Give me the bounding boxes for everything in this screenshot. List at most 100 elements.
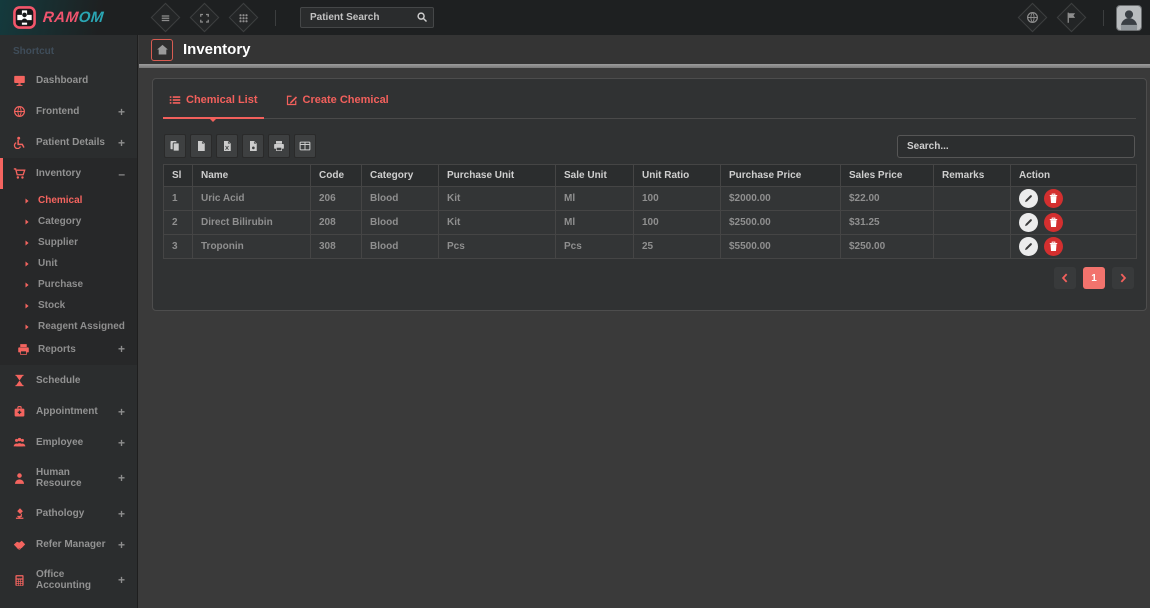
sidebar-subitem-reports[interactable]: Reports+ (0, 337, 137, 361)
caret-right-icon (23, 281, 31, 289)
column-header-purchase-price[interactable]: Purchase Price (721, 165, 841, 187)
topbar-left-buttons (146, 7, 263, 28)
expand-toggle[interactable]: + (118, 575, 125, 585)
home-button[interactable] (151, 39, 173, 61)
expand-toggle[interactable]: + (118, 342, 125, 356)
sidebar-subitem-label: Stock (38, 300, 65, 311)
column-header-remarks[interactable]: Remarks (934, 165, 1011, 187)
caret-right-icon (23, 260, 31, 268)
pen-icon (1023, 193, 1034, 204)
expand-toggle[interactable]: + (118, 473, 125, 483)
sidebar-item-label: Office Accounting (36, 569, 109, 591)
expand-toggle[interactable]: – (118, 169, 125, 179)
sidebar-subitem-unit[interactable]: Unit (0, 253, 137, 274)
expand-toggle[interactable]: + (118, 407, 125, 417)
pagination: 1 (163, 267, 1136, 289)
tab-create-chemical[interactable]: Create Chemical (286, 94, 389, 118)
cell-action (1011, 187, 1137, 211)
sidebar-item-label: Dashboard (36, 75, 88, 86)
expand-toggle[interactable]: + (118, 138, 125, 148)
sidebar-subitem-purchase[interactable]: Purchase (0, 274, 137, 295)
shortcut-label: Shortcut (0, 35, 137, 65)
export-pdf-button[interactable] (242, 134, 264, 158)
column-header-purchase-unit[interactable]: Purchase Unit (439, 165, 556, 187)
language-button[interactable] (1018, 3, 1048, 33)
edit-button[interactable] (1019, 189, 1038, 208)
table-search-input[interactable] (897, 135, 1135, 158)
user-avatar[interactable] (1116, 5, 1142, 31)
people-icon (13, 436, 27, 449)
delete-button[interactable] (1044, 213, 1063, 232)
sidebar-item-inventory[interactable]: Inventory– (0, 158, 137, 189)
delete-button[interactable] (1044, 189, 1063, 208)
column-header-unit-ratio[interactable]: Unit Ratio (634, 165, 721, 187)
notifications-button[interactable] (1057, 3, 1087, 33)
expand-toggle[interactable]: + (118, 107, 125, 117)
export-copy-button[interactable] (164, 134, 186, 158)
caret-right-icon (23, 302, 31, 310)
cell-category: Blood (362, 235, 439, 259)
expand-toggle[interactable]: + (118, 509, 125, 519)
brand-logo[interactable]: RAMOM (0, 0, 138, 35)
cell-purchase-price: $2500.00 (721, 211, 841, 235)
trash-icon (1048, 193, 1059, 204)
export-csv-button[interactable] (190, 134, 212, 158)
expand-toggle[interactable]: + (118, 438, 125, 448)
sidebar-item-employee[interactable]: Employee+ (0, 427, 137, 458)
sidebar-item-human-resource[interactable]: Human Resource+ (0, 458, 137, 498)
table-row: 2Direct Bilirubin208BloodKitMl100$2500.0… (164, 211, 1137, 235)
column-header-sl[interactable]: Sl (164, 165, 193, 187)
sidebar-item-frontend[interactable]: Frontend+ (0, 96, 137, 127)
apps-button[interactable] (229, 3, 259, 33)
sidebar-subitem-supplier[interactable]: Supplier (0, 232, 137, 253)
sidebar-subitem-label: Supplier (38, 237, 78, 248)
pen-icon (1023, 217, 1034, 228)
sidebar-subitem-stock[interactable]: Stock (0, 295, 137, 316)
sidebar-submenu-inventory: ChemicalCategory Supplier UnitPurchase Stoc… (0, 189, 137, 365)
fullscreen-button[interactable] (190, 3, 220, 33)
column-header-sale-unit[interactable]: Sale Unit (556, 165, 634, 187)
sidebar-subitem-chemical[interactable]: Chemical (0, 190, 137, 211)
sidebar-toggle-button[interactable] (151, 3, 181, 33)
column-header-category[interactable]: Category (362, 165, 439, 187)
column-header-code[interactable]: Code (311, 165, 362, 187)
pagination-page-1-button[interactable]: 1 (1083, 267, 1105, 289)
expand-toggle[interactable]: + (118, 540, 125, 550)
sidebar-item-schedule[interactable]: Schedule (0, 365, 137, 396)
sidebar-item-patient-details[interactable]: Patient Details+ (0, 127, 137, 158)
column-header-sales-price[interactable]: Sales Price (841, 165, 934, 187)
column-header-action[interactable]: Action (1011, 165, 1137, 187)
cell-sl: 2 (164, 211, 193, 235)
pagination-prev-button[interactable] (1054, 267, 1076, 289)
export-print-button[interactable] (268, 134, 290, 158)
topbar-separator (1103, 10, 1104, 26)
page-header: Inventory (139, 35, 1150, 64)
sidebar-item-pathology[interactable]: Pathology+ (0, 498, 137, 529)
sidebar-subitem-reagent-assigned[interactable]: Reagent Assigned (0, 316, 137, 337)
cell-purchase-price: $2000.00 (721, 187, 841, 211)
column-header-name[interactable]: Name (193, 165, 311, 187)
edit-button[interactable] (1019, 213, 1038, 232)
brand-medical-cross-icon (13, 6, 36, 29)
sidebar-item-pathology-billing[interactable]: Pathology Billing+ (0, 600, 137, 608)
pagination-next-button[interactable] (1112, 267, 1134, 289)
sidebar-subitem-category[interactable]: Category (0, 211, 137, 232)
cell-purchase-unit: Pcs (439, 235, 556, 259)
apps-grid-icon (238, 12, 250, 24)
export-excel-button[interactable] (216, 134, 238, 158)
cell-sl: 3 (164, 235, 193, 259)
edit-button[interactable] (1019, 237, 1038, 256)
caret-right-icon (23, 239, 31, 247)
delete-button[interactable] (1044, 237, 1063, 256)
patient-search-input[interactable] (300, 7, 434, 28)
cell-sl: 1 (164, 187, 193, 211)
sidebar-item-refer-manager[interactable]: Refer Manager+ (0, 529, 137, 560)
tab-chemical-list[interactable]: Chemical List (169, 94, 258, 118)
sidebar-item-office-accounting[interactable]: Office Accounting + (0, 560, 137, 600)
cell-sales-price: $31.25 (841, 211, 934, 235)
sidebar-item-appointment[interactable]: Appointment+ (0, 396, 137, 427)
cell-sales-price: $22.00 (841, 187, 934, 211)
menu-icon (160, 12, 172, 24)
export-columns-button[interactable] (294, 134, 316, 158)
sidebar-item-dashboard[interactable]: Dashboard (0, 65, 137, 96)
